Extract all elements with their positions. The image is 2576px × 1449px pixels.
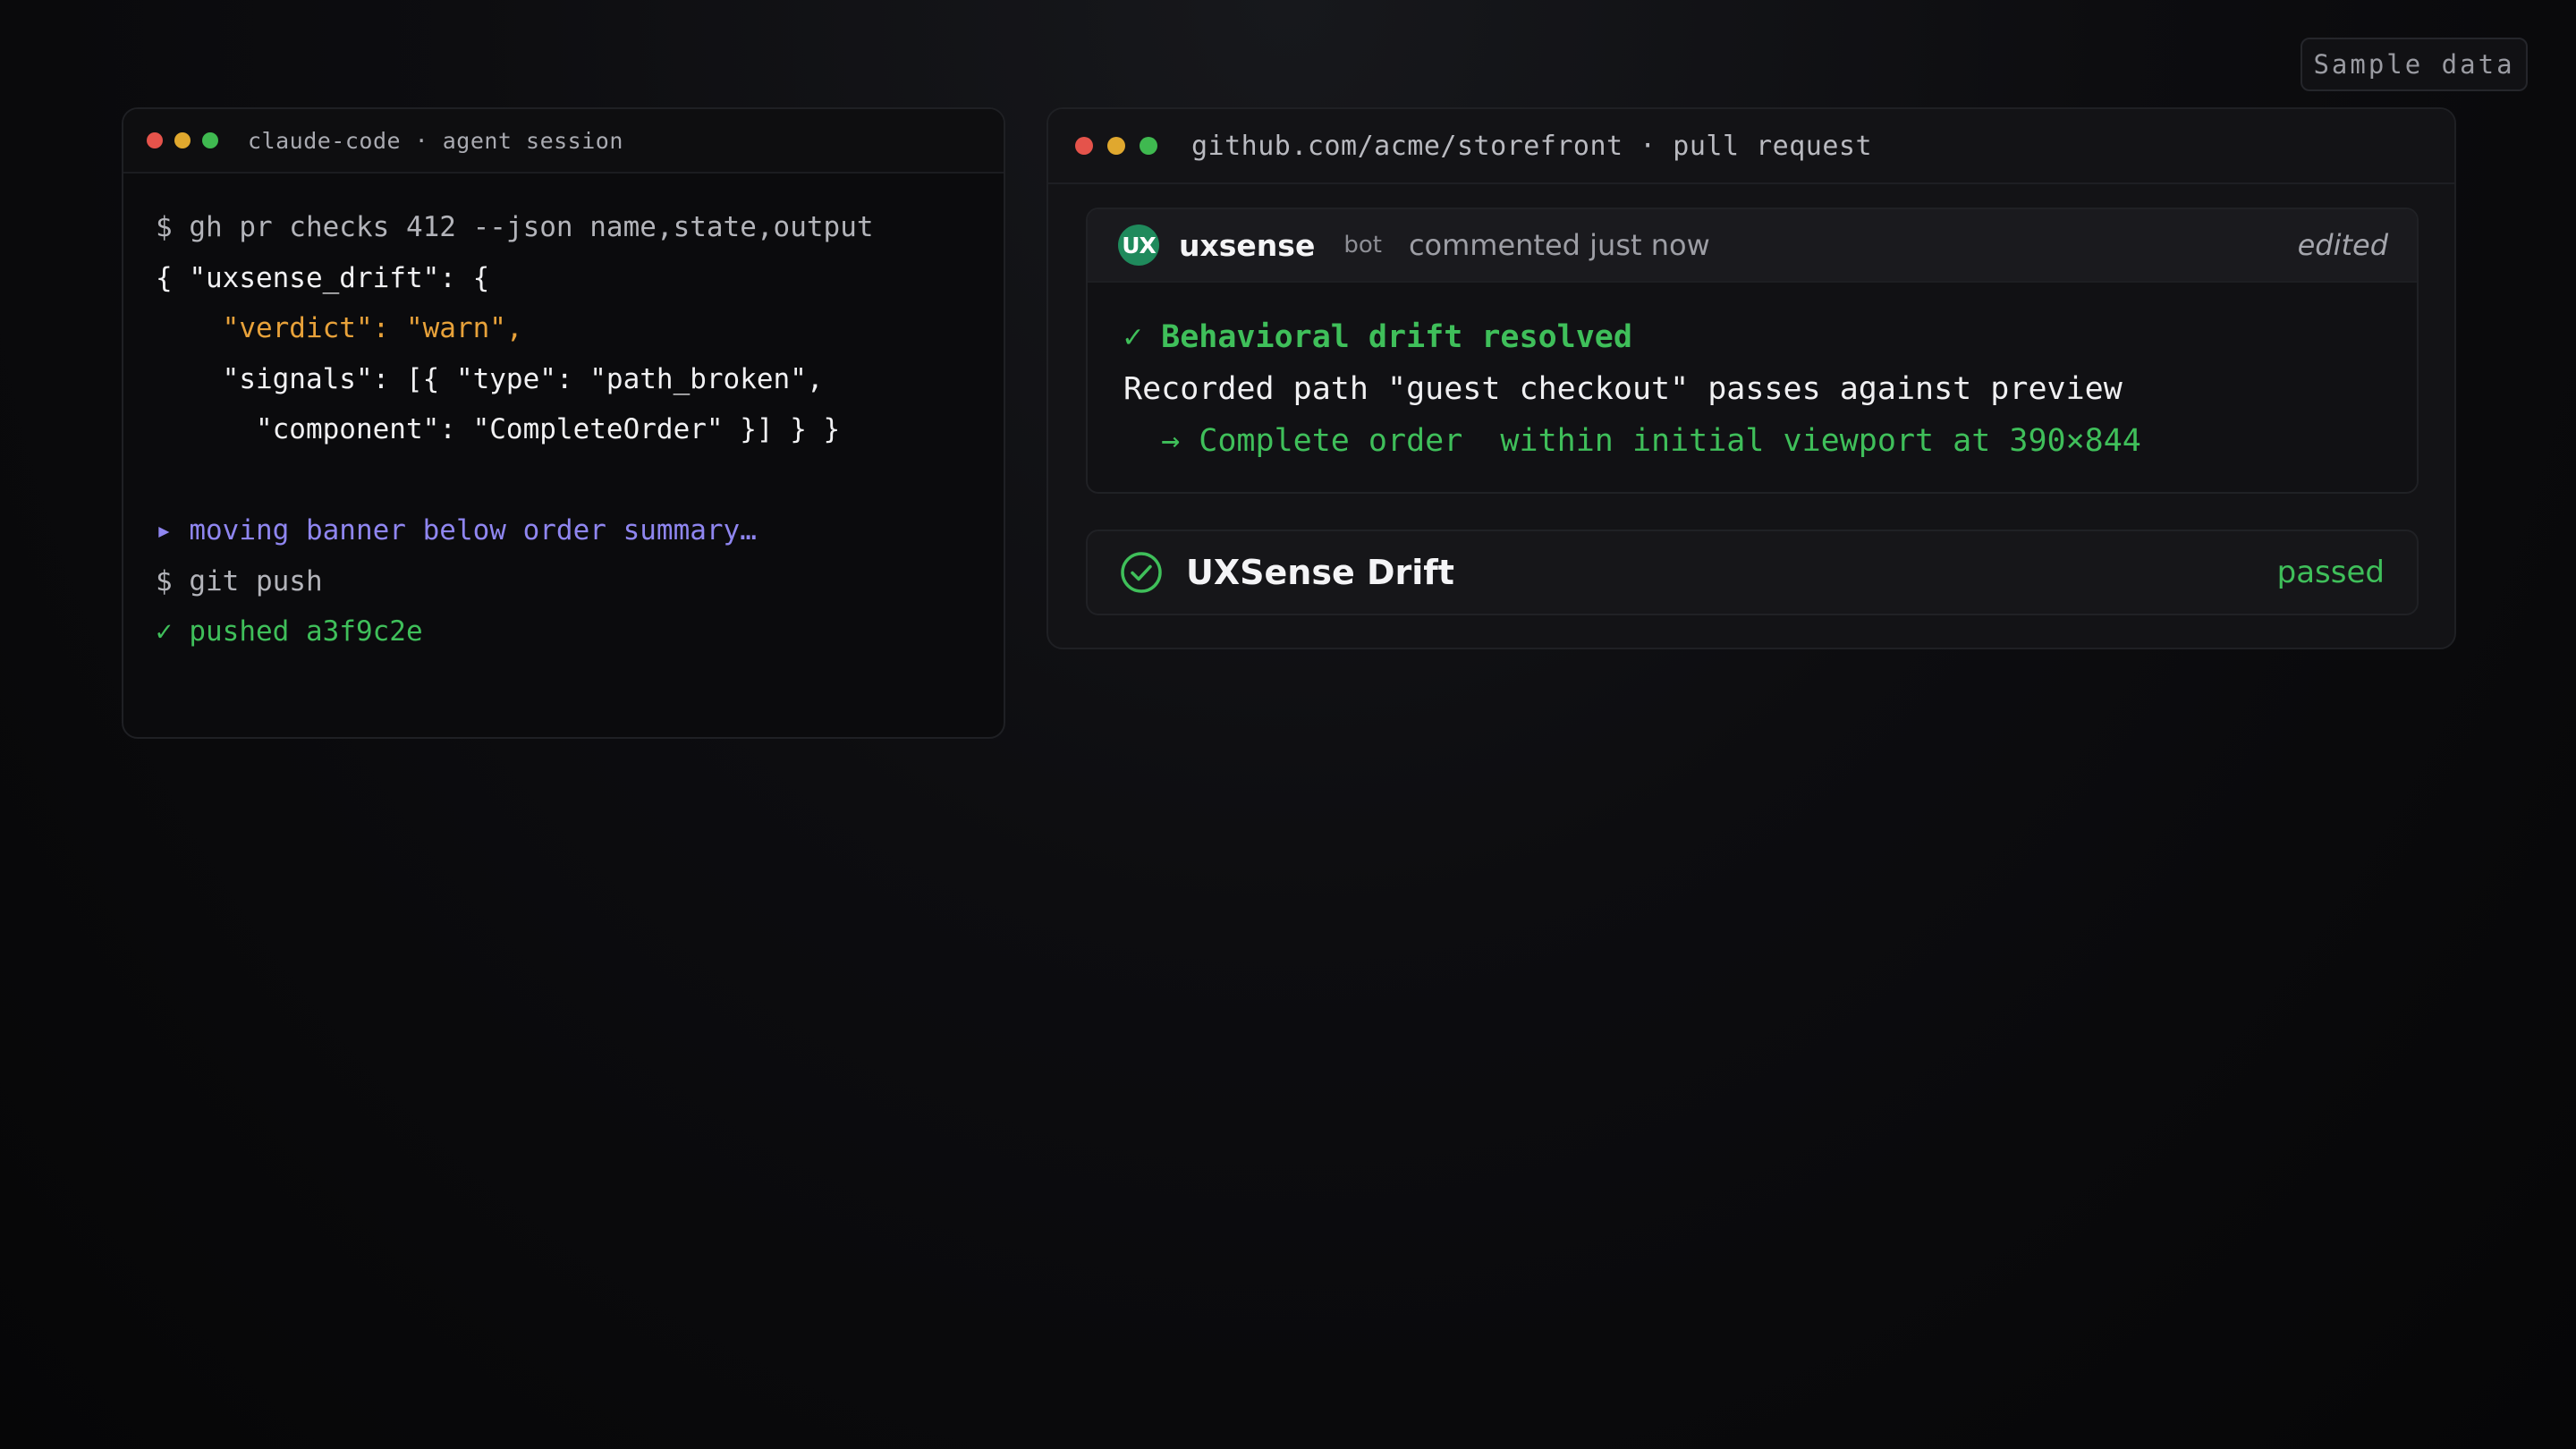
github-titlebar: github.com/acme/storefront · pull reques…	[1048, 109, 2454, 184]
comment-header: UX uxsense bot commented just now edited	[1088, 209, 2417, 283]
terminal-window: claude-code · agent session $ gh pr chec…	[122, 107, 1005, 739]
minimize-window-button[interactable]	[1107, 137, 1125, 155]
comment-heading: ✓ Behavioral drift resolved	[1123, 319, 1632, 355]
terminal-output[interactable]: $ gh pr checks 412 --json name,state,out…	[123, 174, 1004, 657]
comment-text: Recorded path "guest checkout" passes ag…	[1123, 371, 2123, 407]
terminal-command-line: $ gh pr checks 412 --json name,state,out…	[156, 211, 874, 243]
close-window-button[interactable]	[1075, 137, 1093, 155]
terminal-titlebar: claude-code · agent session	[123, 109, 1004, 174]
close-window-button[interactable]	[147, 132, 163, 148]
minimize-window-button[interactable]	[174, 132, 191, 148]
comment-detail: → Complete order within initial viewport…	[1123, 423, 2141, 459]
comment-body: ✓ Behavioral drift resolved Recorded pat…	[1088, 283, 2417, 467]
edited-indicator[interactable]: edited	[2298, 228, 2388, 262]
github-window: github.com/acme/storefront · pull reques…	[1046, 107, 2456, 649]
maximize-window-button[interactable]	[202, 132, 218, 148]
bot-comment-card: UX uxsense bot commented just now edited…	[1086, 208, 2419, 494]
terminal-command-line: $ git push	[156, 564, 323, 597]
comment-timestamp[interactable]: commented just now	[1409, 228, 1710, 262]
terminal-json-line: "signals": [{ "type": "path_broken",	[156, 362, 824, 395]
sample-data-badge: Sample data	[2301, 38, 2528, 91]
github-url-title: github.com/acme/storefront · pull reques…	[1191, 130, 1873, 162]
terminal-success-line: ✓ pushed a3f9c2e	[156, 615, 423, 648]
comment-author-link[interactable]: uxsense	[1179, 228, 1315, 263]
terminal-json-line: { "uxsense_drift": {	[156, 261, 490, 294]
terminal-json-line: "component": "CompleteOrder" }] } }	[156, 413, 841, 445]
terminal-json-verdict-line: "verdict": "warn",	[156, 312, 523, 344]
status-check-row[interactable]: UXSense Drift passed	[1086, 530, 2419, 615]
terminal-title: claude-code · agent session	[248, 127, 623, 154]
bot-label: bot	[1343, 232, 1382, 258]
check-status-badge: passed	[2276, 555, 2385, 590]
check-name: UXSense Drift	[1186, 553, 1454, 592]
terminal-agent-status-line: ▸ moving banner below order summary…	[156, 514, 757, 547]
maximize-window-button[interactable]	[1140, 137, 1157, 155]
avatar[interactable]: UX	[1118, 225, 1159, 266]
check-circle-icon	[1120, 551, 1163, 594]
